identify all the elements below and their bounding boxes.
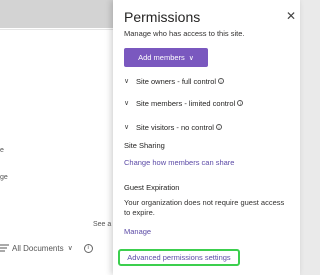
group-site-visitors[interactable]: ∨ Site visitors - no control i [124,121,222,133]
manage-link[interactable]: Manage [124,227,151,236]
advanced-permissions-link[interactable]: Advanced permissions settings [127,253,230,262]
background-header-bar [0,0,118,28]
background-text-fragment: e [0,147,4,154]
panel-description: Manage who has access to this site. [124,29,245,38]
info-icon[interactable]: i [237,100,244,106]
background-text-fragment: See a [93,221,112,228]
guest-expiration-heading: Guest Expiration [124,183,180,192]
close-icon[interactable]: ✕ [285,10,297,22]
info-icon[interactable]: i [83,243,93,253]
view-selector-label[interactable]: All Documents [12,244,64,253]
group-site-owners[interactable]: ∨ Site owners - full control i [124,75,225,87]
guest-expiration-text: Your organization does not require guest… [124,198,285,217]
background-text-fragment: ge [0,174,8,181]
add-members-button[interactable]: Add members ∨ [124,48,208,67]
chevron-down-icon: ∨ [124,78,130,85]
panel-title: Permissions [124,9,201,25]
chevron-down-icon: ∨ [188,54,194,62]
info-icon[interactable]: i [218,78,225,84]
advanced-permissions-highlight[interactable]: Advanced permissions settings [118,249,240,266]
view-options-icon[interactable] [0,244,9,253]
group-label: Site owners - full control [136,76,217,86]
change-sharing-link[interactable]: Change how members can share [124,158,234,167]
background-divider [0,29,118,30]
group-site-members[interactable]: ∨ Site members - limited control i [124,97,244,109]
chevron-down-icon: ∨ [124,100,130,107]
info-icon[interactable]: i [215,124,222,130]
group-label: Site visitors - no control [136,122,214,132]
group-label: Site members - limited control [136,98,236,108]
background-toolbar: All Documents ∨ i [0,241,112,255]
chevron-down-icon: ∨ [124,124,130,131]
chevron-down-icon[interactable]: ∨ [68,244,73,252]
site-sharing-heading: Site Sharing [124,141,165,150]
add-members-label: Add members [138,53,185,62]
permissions-panel: Permissions ✕ Manage who has access to t… [113,0,300,275]
